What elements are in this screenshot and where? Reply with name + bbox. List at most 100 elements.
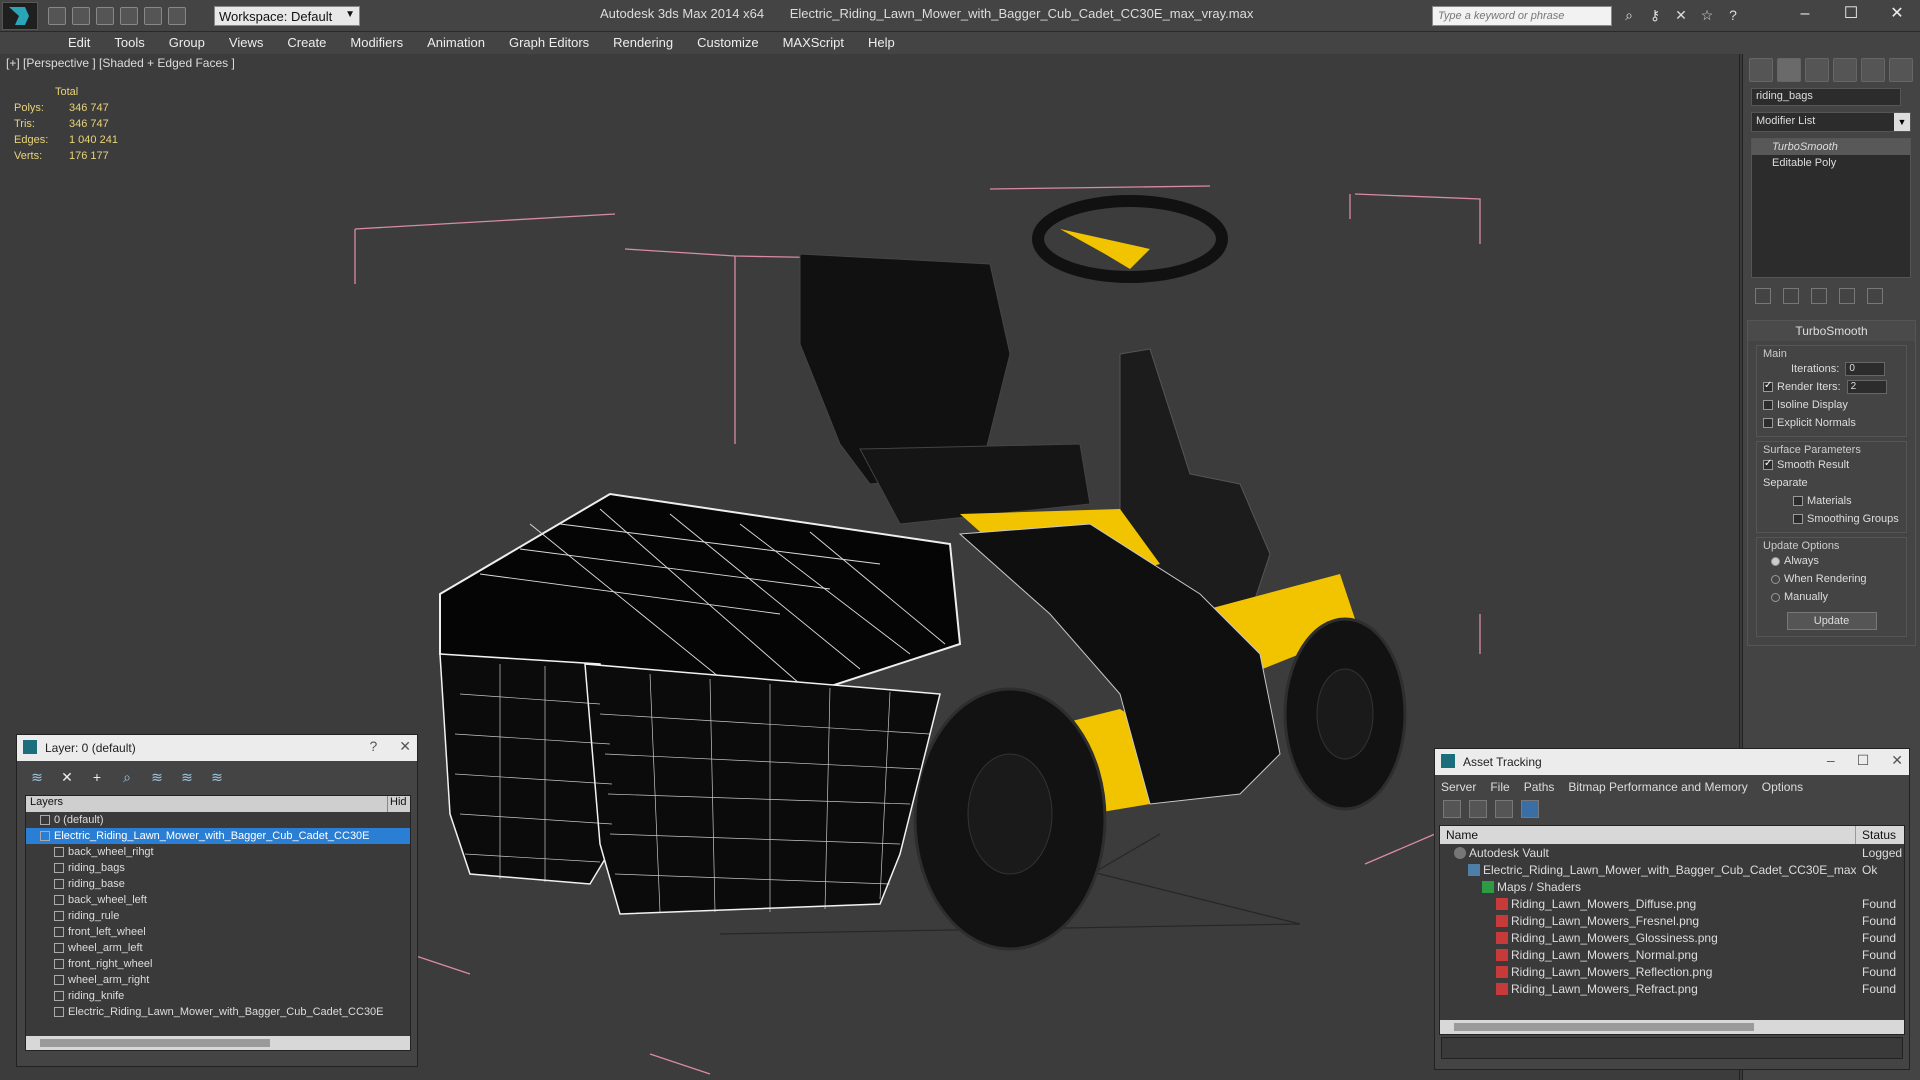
- layer-row[interactable]: riding_base: [26, 876, 410, 892]
- layer-window-titlebar[interactable]: Layer: 0 (default) ? ✕: [17, 735, 417, 761]
- asset-row[interactable]: Riding_Lawn_Mowers_Fresnel.png Found: [1440, 912, 1904, 929]
- show-end-result-icon[interactable]: [1783, 288, 1799, 304]
- layer-row[interactable]: riding_bags: [26, 860, 410, 876]
- thumbnail-view-icon[interactable]: [1495, 800, 1513, 818]
- object-name-field[interactable]: riding_bags: [1751, 88, 1901, 106]
- create-tab-icon[interactable]: [1749, 58, 1773, 82]
- layer-row[interactable]: Electric_Riding_Lawn_Mower_with_Bagger_C…: [26, 1004, 410, 1020]
- smoothing-groups-checkbox[interactable]: [1793, 514, 1803, 524]
- asset-menu-paths[interactable]: Paths: [1524, 780, 1555, 794]
- asset-row[interactable]: Riding_Lawn_Mowers_Normal.png Found: [1440, 946, 1904, 963]
- hide-column-header[interactable]: Hid: [388, 796, 410, 812]
- iterations-spinner[interactable]: 0: [1845, 362, 1886, 376]
- maximize-icon[interactable]: ☐: [1828, 0, 1874, 30]
- asset-menu-options[interactable]: Options: [1762, 780, 1803, 794]
- app-logo-icon[interactable]: [2, 2, 38, 30]
- layer-row[interactable]: front_left_wheel: [26, 924, 410, 940]
- exchange-icon[interactable]: ✕: [1672, 7, 1690, 25]
- layers-column-header[interactable]: Layers: [26, 796, 388, 812]
- rollout-title[interactable]: TurboSmooth: [1748, 321, 1915, 341]
- table-view-icon[interactable]: [1521, 800, 1539, 818]
- list-view-icon[interactable]: [1469, 800, 1487, 818]
- new-layer-icon[interactable]: ≋: [29, 769, 45, 785]
- close-icon[interactable]: ✕: [1874, 0, 1920, 30]
- asset-window-titlebar[interactable]: Asset Tracking – ☐ ✕: [1435, 749, 1909, 775]
- menu-rendering[interactable]: Rendering: [601, 32, 685, 54]
- layer-row[interactable]: front_right_wheel: [26, 956, 410, 972]
- viewport-label[interactable]: [+] [Perspective ] [Shaded + Edged Faces…: [6, 56, 235, 70]
- binoculars-icon[interactable]: ⌕: [1620, 7, 1638, 25]
- refresh-icon[interactable]: [1443, 800, 1461, 818]
- project-folder-icon[interactable]: [168, 7, 186, 25]
- layer-row[interactable]: back_wheel_rihgt: [26, 844, 410, 860]
- always-radio[interactable]: [1771, 556, 1780, 566]
- open-file-icon[interactable]: [72, 7, 90, 25]
- layer-row[interactable]: Electric_Riding_Lawn_Mower_with_Bagger_C…: [26, 828, 410, 844]
- hide-all-layers-icon[interactable]: ≋: [179, 769, 195, 785]
- minimize-icon[interactable]: –: [1827, 752, 1835, 769]
- explicit-normals-checkbox[interactable]: [1763, 418, 1773, 428]
- horizontal-scrollbar[interactable]: [1440, 1020, 1904, 1034]
- render-iters-checkbox[interactable]: [1763, 380, 1773, 392]
- isoline-display-checkbox[interactable]: [1763, 400, 1773, 410]
- help-icon[interactable]: ?: [1724, 7, 1742, 25]
- undo-icon[interactable]: [120, 7, 138, 25]
- menu-graph-editors[interactable]: Graph Editors: [497, 32, 601, 54]
- help-icon[interactable]: ?: [369, 738, 377, 755]
- asset-row[interactable]: Riding_Lawn_Mowers_Reflection.png Found: [1440, 963, 1904, 980]
- delete-layer-icon[interactable]: ✕: [59, 769, 75, 785]
- select-objects-icon[interactable]: ⌕: [119, 769, 135, 785]
- configure-sets-icon[interactable]: [1867, 288, 1883, 304]
- utilities-tab-icon[interactable]: [1889, 58, 1913, 82]
- close-icon[interactable]: ✕: [399, 738, 411, 755]
- save-file-icon[interactable]: [96, 7, 114, 25]
- modifier-list-dropdown[interactable]: Modifier List ▼: [1751, 112, 1911, 132]
- menu-group[interactable]: Group: [157, 32, 217, 54]
- freeze-all-layers-icon[interactable]: ≋: [209, 769, 225, 785]
- layer-row[interactable]: riding_rule: [26, 908, 410, 924]
- update-button[interactable]: Update: [1786, 612, 1877, 630]
- minimize-icon[interactable]: –: [1782, 0, 1828, 30]
- menu-create[interactable]: Create: [275, 32, 338, 54]
- asset-row[interactable]: Electric_Riding_Lawn_Mower_with_Bagger_C…: [1440, 861, 1904, 878]
- menu-maxscript[interactable]: MAXScript: [771, 32, 856, 54]
- menu-animation[interactable]: Animation: [415, 32, 497, 54]
- maximize-icon[interactable]: ☐: [1857, 752, 1870, 769]
- manually-radio[interactable]: [1771, 592, 1780, 602]
- materials-checkbox[interactable]: [1793, 496, 1803, 506]
- layer-row[interactable]: wheel_arm_left: [26, 940, 410, 956]
- menu-edit[interactable]: Edit: [56, 32, 102, 54]
- key-icon[interactable]: ⚷: [1646, 7, 1664, 25]
- scrollbar-thumb[interactable]: [40, 1039, 270, 1047]
- asset-row[interactable]: Autodesk Vault Logged: [1440, 844, 1904, 861]
- layer-row[interactable]: wheel_arm_right: [26, 972, 410, 988]
- menu-customize[interactable]: Customize: [685, 32, 770, 54]
- remove-modifier-icon[interactable]: [1839, 288, 1855, 304]
- asset-menu-file[interactable]: File: [1490, 780, 1509, 794]
- modify-tab-icon[interactable]: [1777, 58, 1801, 82]
- redo-icon[interactable]: [144, 7, 162, 25]
- menu-help[interactable]: Help: [856, 32, 907, 54]
- asset-menu-bitmap[interactable]: Bitmap Performance and Memory: [1568, 780, 1747, 794]
- layer-row[interactable]: 0 (default): [26, 812, 410, 828]
- workspace-dropdown[interactable]: Workspace: Default ▼: [214, 6, 360, 26]
- pin-stack-icon[interactable]: [1755, 288, 1771, 304]
- add-to-layer-icon[interactable]: +: [89, 769, 105, 785]
- hierarchy-tab-icon[interactable]: [1805, 58, 1829, 82]
- layer-row[interactable]: back_wheel_left: [26, 892, 410, 908]
- close-icon[interactable]: ✕: [1891, 752, 1903, 769]
- make-unique-icon[interactable]: [1811, 288, 1827, 304]
- status-column-header[interactable]: Status: [1856, 826, 1902, 844]
- scrollbar-thumb[interactable]: [1454, 1023, 1754, 1031]
- motion-tab-icon[interactable]: [1833, 58, 1857, 82]
- render-iters-spinner[interactable]: 2: [1846, 380, 1887, 394]
- smooth-result-checkbox[interactable]: [1763, 458, 1773, 470]
- layer-row[interactable]: riding_knife: [26, 988, 410, 1004]
- search-input[interactable]: Type a keyword or phrase: [1432, 6, 1612, 26]
- asset-row[interactable]: Maps / Shaders: [1440, 878, 1904, 895]
- name-column-header[interactable]: Name: [1440, 826, 1856, 844]
- favorites-star-icon[interactable]: ☆: [1698, 7, 1716, 25]
- stack-item-editable-poly[interactable]: Editable Poly: [1752, 155, 1910, 171]
- new-file-icon[interactable]: [48, 7, 66, 25]
- horizontal-scrollbar[interactable]: [26, 1036, 410, 1050]
